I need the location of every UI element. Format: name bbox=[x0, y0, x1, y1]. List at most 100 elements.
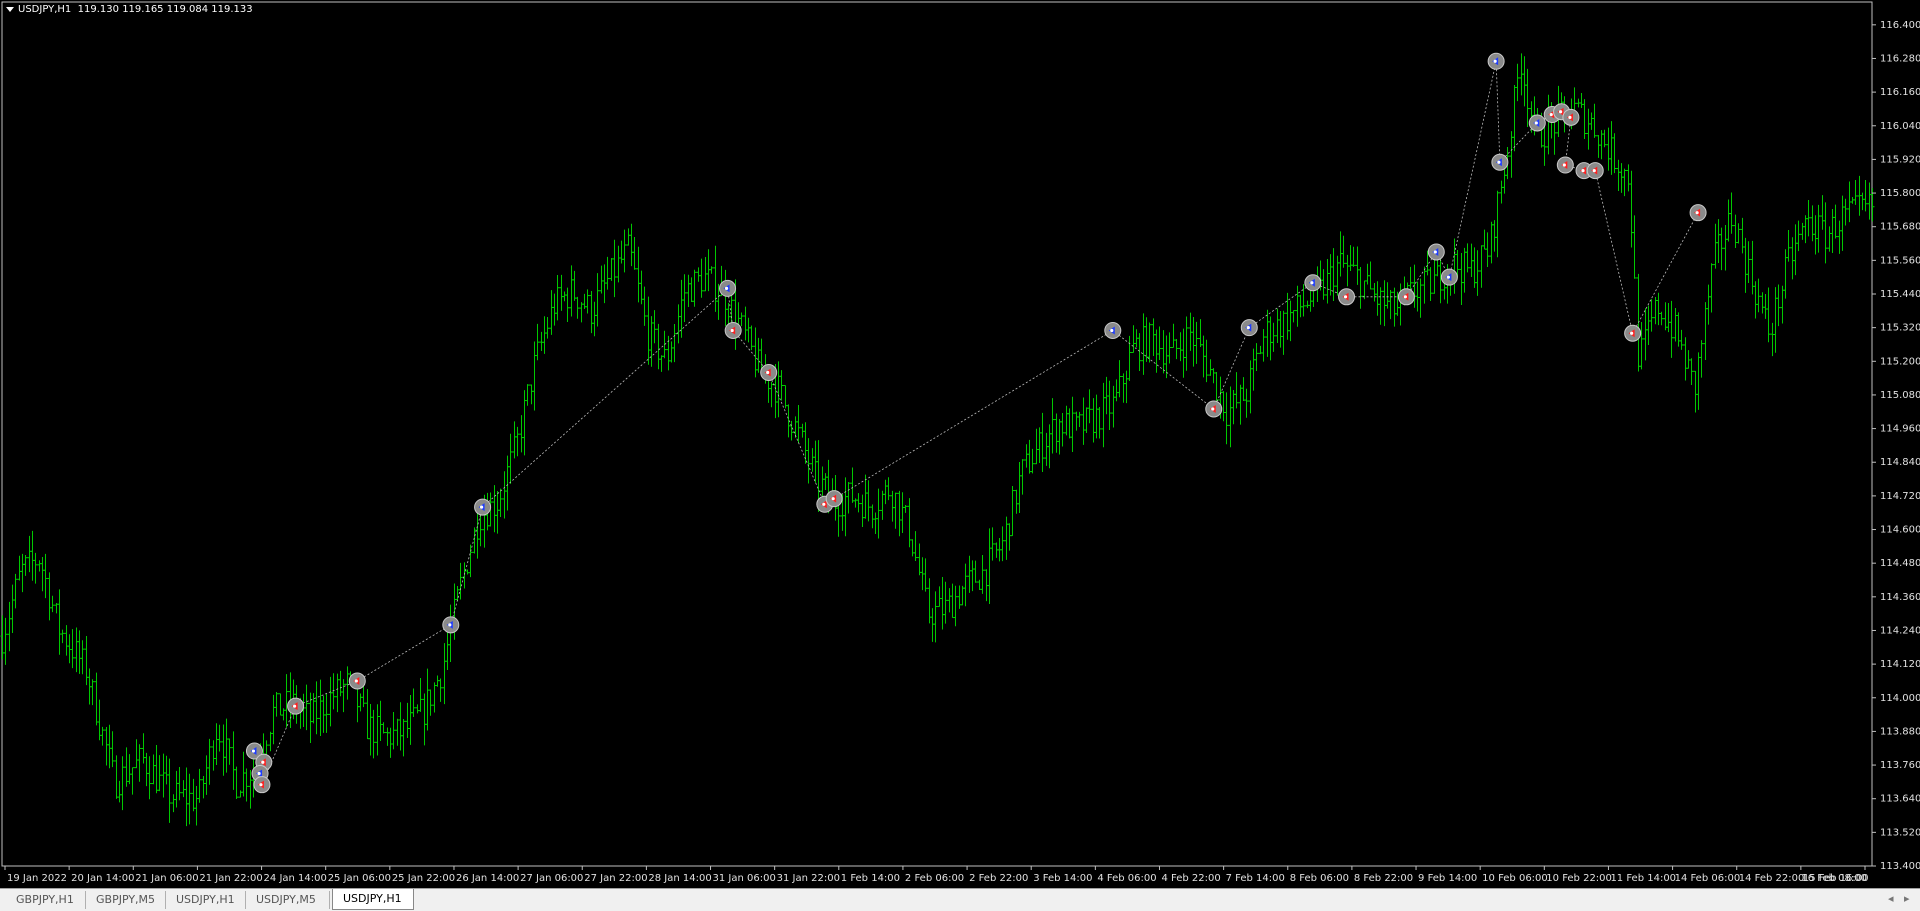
trade-connector-line bbox=[357, 624, 452, 682]
trade-marker-dot bbox=[1446, 275, 1450, 279]
trade-connector-line bbox=[768, 372, 826, 505]
x-axis-tick-label: 21 Jan 22:00 bbox=[199, 873, 262, 884]
trade-marker-dot bbox=[1558, 110, 1563, 114]
tab-gbpjpy-h1[interactable]: GBPJPY,H1 bbox=[6, 891, 86, 909]
trade-marker-dot bbox=[1493, 59, 1497, 63]
y-axis-tick-label: 114.840 bbox=[1880, 457, 1920, 468]
x-axis-tick-label: 19 Jan 2022 bbox=[7, 873, 67, 884]
trade-connector-line bbox=[1448, 61, 1497, 278]
symbol-label: USDJPY,H1 bbox=[18, 4, 72, 15]
x-axis-tick-label: 10 Feb 22:00 bbox=[1546, 873, 1612, 884]
x-axis-tick-label: 28 Jan 14:00 bbox=[648, 873, 711, 884]
x-axis-tick-label: 2 Feb 06:00 bbox=[905, 873, 964, 884]
trade-marker-dot bbox=[831, 497, 835, 501]
x-axis-tick-label: 10 Feb 06:00 bbox=[1482, 873, 1548, 884]
trade-marker-dot bbox=[1592, 169, 1596, 173]
trade-marker-dot bbox=[1568, 115, 1572, 119]
trade-marker-dot bbox=[730, 328, 734, 333]
x-axis-tick-label: 16 Feb 08:00 bbox=[1801, 873, 1867, 884]
x-axis-tick-label: 7 Feb 14:00 bbox=[1226, 873, 1285, 884]
trade-marker-dot bbox=[1246, 326, 1250, 330]
chart-menu-triangle-icon[interactable] bbox=[6, 6, 14, 12]
trade-marker-dot bbox=[251, 749, 256, 753]
ohlc-label: 119.130 119.165 119.084 119.133 bbox=[77, 4, 253, 15]
y-axis-tick-label: 115.080 bbox=[1880, 390, 1920, 401]
tab-usdjpy-h1-active[interactable]: USDJPY,H1 bbox=[332, 889, 414, 910]
trade-marker-dot bbox=[1433, 250, 1437, 254]
trade-marker-dot bbox=[1581, 169, 1585, 173]
x-axis-tick-label: 14 Feb 06:00 bbox=[1675, 873, 1741, 884]
trade-marker-dot bbox=[766, 370, 770, 375]
y-axis-tick-label: 113.640 bbox=[1880, 794, 1920, 805]
x-axis-tick-label: 14 Feb 22:00 bbox=[1739, 873, 1805, 884]
y-axis-tick-label: 114.720 bbox=[1880, 491, 1920, 502]
y-axis-tick-label: 114.360 bbox=[1880, 592, 1920, 603]
y-axis-tick-label: 116.040 bbox=[1880, 121, 1920, 132]
tab-gbpjpy-m5[interactable]: GBPJPY,M5 bbox=[86, 891, 166, 909]
trade-connector-line bbox=[482, 288, 728, 508]
y-axis-tick-label: 114.240 bbox=[1880, 625, 1920, 636]
chart-tab-bar: GBPJPY,H1 GBPJPY,M5 USDJPY,H1 USDJPY,M5 … bbox=[0, 888, 1920, 911]
trade-marker-dot bbox=[1630, 331, 1634, 335]
trade-marker-dot bbox=[1310, 281, 1314, 285]
x-axis-tick-label: 27 Jan 06:00 bbox=[520, 873, 583, 884]
x-axis-tick-label: 8 Feb 06:00 bbox=[1290, 873, 1349, 884]
x-axis-tick-label: 4 Feb 06:00 bbox=[1097, 873, 1156, 884]
tab-usdjpy-m5[interactable]: USDJPY,M5 bbox=[246, 891, 330, 909]
trade-marker-dot bbox=[1497, 160, 1501, 164]
tab-scroll-right-icon[interactable]: ▸ bbox=[1904, 892, 1910, 905]
price-chart[interactable]: 116.400 116.280 116.160 116.040 115.920 115.8… bbox=[0, 0, 1920, 888]
y-axis-tick-label: 115.800 bbox=[1880, 188, 1920, 199]
x-axis-tick-label: 9 Feb 14:00 bbox=[1418, 873, 1477, 884]
y-axis-tick-label: 113.520 bbox=[1880, 827, 1920, 838]
trade-marker-dot bbox=[479, 505, 484, 509]
y-axis-tick-label: 114.480 bbox=[1880, 558, 1920, 569]
trade-marker-dot bbox=[724, 286, 729, 290]
x-axis-tick-label: 31 Jan 22:00 bbox=[777, 873, 840, 884]
trade-marker-dot bbox=[1534, 121, 1538, 125]
x-axis-tick-label: 21 Jan 06:00 bbox=[135, 873, 198, 884]
trade-connector-line bbox=[1594, 170, 1634, 334]
trade-marker-dot bbox=[1549, 112, 1553, 117]
tab-scroll-left-icon[interactable]: ◂ bbox=[1888, 892, 1894, 905]
x-axis-tick-label: 3 Feb 14:00 bbox=[1033, 873, 1092, 884]
y-axis-tick-label: 113.760 bbox=[1880, 760, 1920, 771]
x-axis-tick-label: 20 Jan 14:00 bbox=[71, 873, 134, 884]
y-axis-tick-label: 114.000 bbox=[1880, 693, 1920, 704]
x-axis-tick-label: 27 Jan 22:00 bbox=[584, 873, 647, 884]
trade-marker-dot bbox=[1562, 163, 1566, 167]
trade-marker-dot bbox=[1695, 211, 1699, 215]
trade-marker-dot bbox=[1211, 407, 1215, 411]
x-axis-tick-label: 31 Jan 06:00 bbox=[713, 873, 776, 884]
y-axis-tick-label: 115.440 bbox=[1880, 289, 1920, 300]
x-axis-tick-label: 11 Feb 14:00 bbox=[1610, 873, 1676, 884]
x-axis-tick-label: 8 Feb 22:00 bbox=[1354, 873, 1413, 884]
x-axis-tick-label: 1 Feb 14:00 bbox=[841, 873, 900, 884]
y-axis-tick-label: 113.880 bbox=[1880, 726, 1920, 737]
chart-title: USDJPY,H1 119.130 119.165 119.084 119.13… bbox=[6, 4, 253, 15]
x-axis-tick-label: 25 Jan 06:00 bbox=[328, 873, 391, 884]
trade-connector-line bbox=[1495, 61, 1501, 163]
trade-marker-dot bbox=[292, 704, 297, 708]
trade-marker-dot bbox=[1110, 328, 1114, 333]
y-axis-tick-label: 114.600 bbox=[1880, 525, 1920, 536]
trade-marker-dot bbox=[354, 679, 358, 683]
x-axis-tick-label: 4 Feb 22:00 bbox=[1161, 873, 1220, 884]
y-axis-tick-label: 114.120 bbox=[1880, 659, 1920, 670]
y-axis-tick-label: 115.320 bbox=[1880, 323, 1920, 334]
x-axis-tick-label: 2 Feb 22:00 bbox=[969, 873, 1028, 884]
y-axis-tick-label: 116.400 bbox=[1880, 20, 1920, 31]
trade-marker-dot bbox=[1343, 295, 1348, 299]
y-axis-tick-label: 115.200 bbox=[1880, 356, 1920, 367]
x-axis-tick-label: 26 Jan 14:00 bbox=[456, 873, 519, 884]
trade-marker-dot bbox=[448, 623, 452, 627]
y-axis-tick-label: 113.400 bbox=[1880, 861, 1920, 872]
y-axis-tick-label: 114.960 bbox=[1880, 424, 1920, 435]
trade-marker-dot bbox=[257, 771, 261, 776]
y-axis-tick-label: 115.680 bbox=[1880, 222, 1920, 233]
trade-marker-dot bbox=[822, 502, 826, 506]
tab-usdjpy-h1[interactable]: USDJPY,H1 bbox=[166, 891, 246, 909]
y-axis-tick-label: 115.560 bbox=[1880, 255, 1920, 266]
chart-area[interactable]: 116.400 116.280 116.160 116.040 115.920 115.8… bbox=[0, 0, 1920, 888]
trade-marker-dot bbox=[261, 760, 265, 764]
